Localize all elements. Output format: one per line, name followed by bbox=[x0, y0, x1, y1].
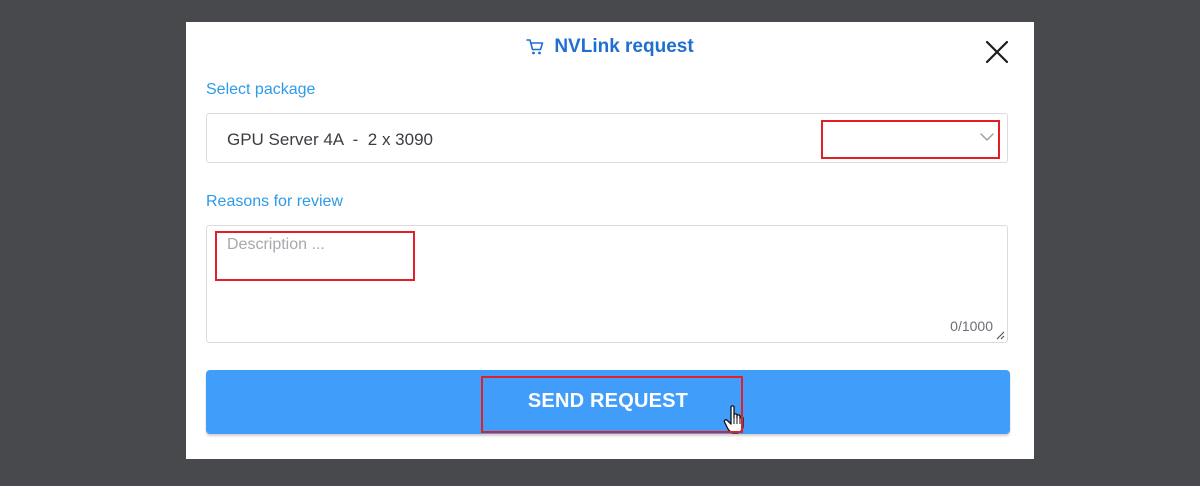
character-counter: 0/1000 bbox=[950, 318, 993, 334]
hand-pointer-icon bbox=[723, 404, 749, 436]
modal-title-text: NVLink request bbox=[554, 36, 694, 57]
nvlink-request-modal: NVLink request Select package GPU Server… bbox=[186, 22, 1034, 459]
modal-title: NVLink request bbox=[186, 36, 1034, 58]
package-select[interactable]: GPU Server 4A - 2 x 3090 bbox=[206, 113, 1008, 163]
close-button[interactable] bbox=[983, 38, 1011, 66]
description-textarea[interactable]: Description ... 0/1000 bbox=[206, 225, 1008, 343]
package-select-value: GPU Server 4A - 2 x 3090 bbox=[227, 130, 433, 149]
reasons-label: Reasons for review bbox=[206, 193, 343, 210]
chevron-down-icon[interactable] bbox=[979, 131, 995, 143]
select-package-label: Select package bbox=[206, 81, 316, 98]
cart-icon bbox=[526, 38, 544, 56]
resize-handle-icon[interactable] bbox=[995, 330, 1005, 340]
modal-header: NVLink request bbox=[186, 22, 1034, 78]
close-icon[interactable] bbox=[983, 38, 1011, 66]
description-placeholder: Description ... bbox=[227, 236, 325, 253]
send-request-label: SEND REQUEST bbox=[527, 390, 689, 412]
send-request-button[interactable]: SEND REQUEST bbox=[206, 370, 1010, 434]
